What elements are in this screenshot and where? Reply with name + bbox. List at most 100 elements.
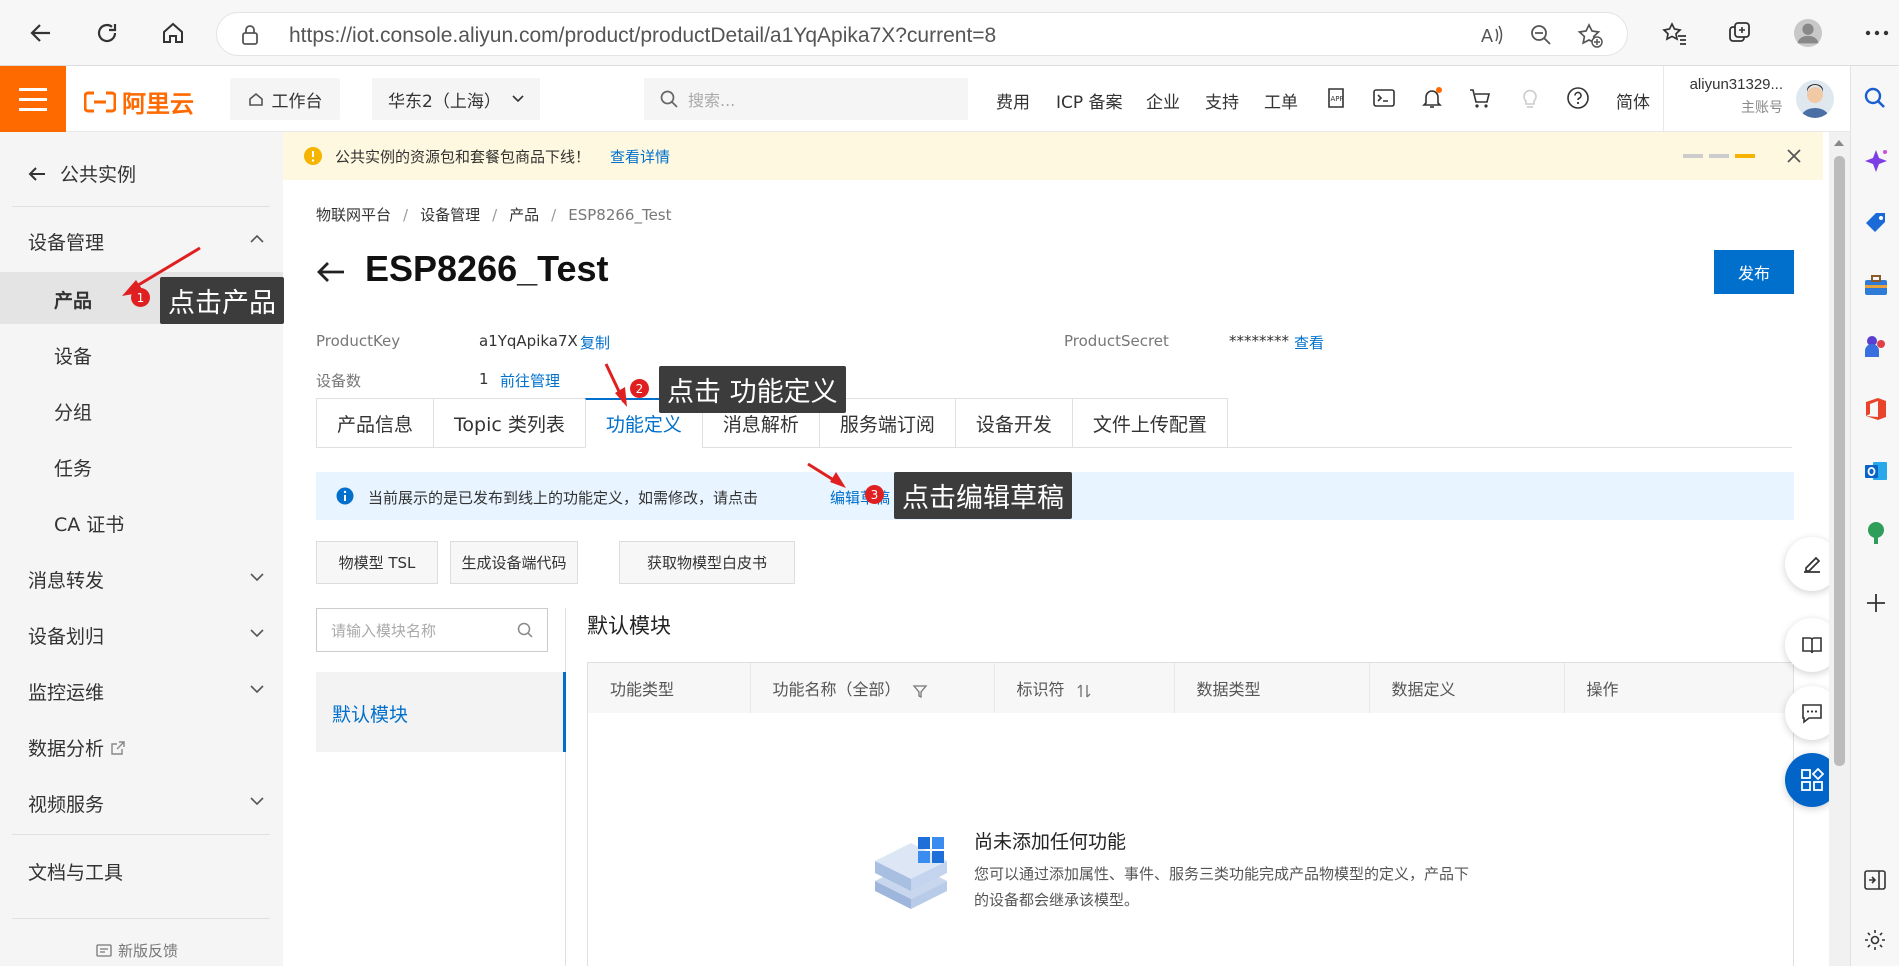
tab-topic-list[interactable]: Topic 类列表 [433, 398, 585, 448]
help-icon[interactable] [1566, 86, 1590, 110]
nav-enterprise[interactable]: 企业 [1146, 88, 1180, 113]
refresh-icon[interactable] [92, 18, 122, 48]
chevron-down-icon[interactable] [250, 570, 264, 584]
outlook-icon[interactable] [1863, 458, 1889, 484]
banner-pager[interactable] [1683, 154, 1755, 158]
module-item-default[interactable]: 默认模块 [316, 672, 566, 752]
tools-icon[interactable] [1863, 272, 1889, 298]
section-title: 默认模块 [587, 614, 671, 638]
tab-file-upload-config[interactable]: 文件上传配置 [1071, 398, 1228, 448]
lock-icon[interactable] [241, 25, 259, 49]
chevron-down-icon[interactable] [250, 626, 264, 640]
avatar[interactable] [1796, 80, 1834, 118]
app-icon[interactable]: APP [1324, 86, 1348, 110]
sidebar-item-ca-cert[interactable]: CA 证书 [54, 510, 124, 537]
filter-icon[interactable] [912, 683, 928, 699]
sidebar-group-monitoring[interactable]: 监控运维 [28, 678, 104, 705]
search-input[interactable]: 搜索... [644, 78, 968, 120]
chevron-up-icon[interactable] [250, 232, 264, 246]
address-bar[interactable]: https://iot.console.aliyun.com/product/p… [216, 12, 1628, 56]
scrollbar[interactable] [1829, 132, 1850, 966]
sidebar-toggle-icon[interactable] [1863, 868, 1887, 892]
module-search-input[interactable]: 请输入模块名称 [316, 608, 548, 652]
workbench-button[interactable]: 工作台 [230, 78, 340, 120]
tsl-button[interactable]: 物模型 TSL [316, 541, 438, 584]
view-secret-link[interactable]: 查看 [1294, 332, 1324, 353]
favorites-icon[interactable] [1660, 18, 1690, 48]
cart-icon[interactable] [1468, 86, 1492, 110]
aliyun-logo[interactable]: 阿里云 [84, 84, 194, 119]
zoom-out-icon[interactable] [1529, 23, 1553, 51]
sidebar-item-device[interactable]: 设备 [54, 342, 92, 369]
lightbulb-icon[interactable] [1518, 86, 1542, 110]
bell-icon[interactable] [1420, 86, 1444, 110]
url-text[interactable]: https://iot.console.aliyun.com/product/p… [289, 24, 996, 48]
tab-product-info[interactable]: 产品信息 [316, 398, 434, 448]
divider [12, 206, 270, 207]
chat-icon [1802, 704, 1822, 724]
menu-icon[interactable] [0, 66, 66, 132]
home-icon[interactable] [158, 18, 188, 48]
search-icon[interactable] [1863, 86, 1887, 110]
read-aloud-icon[interactable]: A [1479, 23, 1505, 51]
nav-fees[interactable]: 费用 [996, 88, 1030, 113]
breadcrumb-device-mgmt[interactable]: 设备管理 [420, 204, 480, 225]
publish-button[interactable]: 发布 [1714, 250, 1794, 294]
tab-device-development[interactable]: 设备开发 [954, 398, 1072, 448]
module-item-label: 默认模块 [332, 704, 409, 726]
settings-icon[interactable] [1863, 928, 1887, 952]
sidebar-docs-tools[interactable]: 文档与工具 [28, 858, 123, 885]
book-icon [1802, 637, 1822, 654]
divider [12, 918, 270, 919]
games-icon[interactable] [1863, 334, 1889, 360]
pencil-icon [1804, 556, 1821, 573]
tree-icon[interactable] [1863, 520, 1889, 546]
back-icon[interactable] [26, 18, 56, 48]
breadcrumb-iot[interactable]: 物联网平台 [316, 204, 391, 225]
productkey-value: a1YqApika7X [479, 332, 578, 350]
sidebar-item-product[interactable]: 产品 [54, 286, 92, 313]
chevron-down-icon[interactable] [250, 794, 264, 808]
manage-devices-link[interactable]: 前往管理 [500, 370, 560, 391]
region-selector[interactable]: 华东2（上海） [372, 78, 540, 120]
page-title: ESP8266_Test [365, 248, 609, 289]
col-identifier[interactable]: 标识符 [994, 663, 1175, 713]
sidebar-item-group[interactable]: 分组 [54, 398, 92, 425]
col-data-type: 数据类型 [1174, 663, 1370, 713]
shopping-tag-icon[interactable] [1863, 210, 1889, 236]
external-link-icon [111, 740, 125, 755]
back-to-instance[interactable]: 公共实例 [28, 160, 136, 187]
sidebar-group-device-allocation[interactable]: 设备划归 [28, 622, 104, 649]
nav-ticket[interactable]: 工单 [1264, 88, 1298, 113]
sort-icon[interactable] [1076, 683, 1092, 699]
sidebar-group-video[interactable]: 视频服务 [28, 790, 104, 817]
breadcrumb-product[interactable]: 产品 [509, 204, 539, 225]
sidebar-group-device-mgmt[interactable]: 设备管理 [28, 228, 104, 255]
col-function-name[interactable]: 功能名称（全部） [750, 663, 995, 713]
copilot-icon[interactable] [1863, 148, 1889, 174]
sidebar-group-message-forward[interactable]: 消息转发 [28, 566, 104, 593]
terminal-icon[interactable] [1372, 86, 1396, 110]
sidebar-item-task[interactable]: 任务 [54, 454, 92, 481]
generate-code-button[interactable]: 生成设备端代码 [450, 541, 578, 584]
nav-support[interactable]: 支持 [1205, 88, 1239, 113]
copy-link[interactable]: 复制 [580, 332, 610, 353]
banner-link[interactable]: 查看详情 [610, 146, 670, 167]
profile-avatar-icon[interactable] [1793, 18, 1823, 48]
scrollbar-thumb[interactable] [1834, 156, 1845, 766]
feedback-icon [96, 943, 112, 957]
nav-icp[interactable]: ICP 备案 [1056, 88, 1123, 113]
add-icon[interactable] [1865, 592, 1887, 614]
chevron-down-icon[interactable] [250, 682, 264, 696]
account-info[interactable]: aliyun31329... 主账号 [1678, 76, 1783, 117]
sidebar-group-data-analysis[interactable]: 数据分析 [28, 734, 126, 761]
whitepaper-button[interactable]: 获取物模型白皮书 [619, 541, 795, 584]
back-arrow-icon[interactable] [316, 260, 346, 288]
office-icon[interactable] [1863, 396, 1889, 422]
collections-icon[interactable] [1725, 18, 1755, 48]
more-options-icon[interactable] [1862, 18, 1892, 48]
add-favorite-icon[interactable] [1577, 22, 1603, 52]
language-switch[interactable]: 简体 [1616, 88, 1650, 113]
feedback-button[interactable]: 新版反馈 [96, 940, 178, 961]
close-icon[interactable] [1786, 148, 1802, 168]
